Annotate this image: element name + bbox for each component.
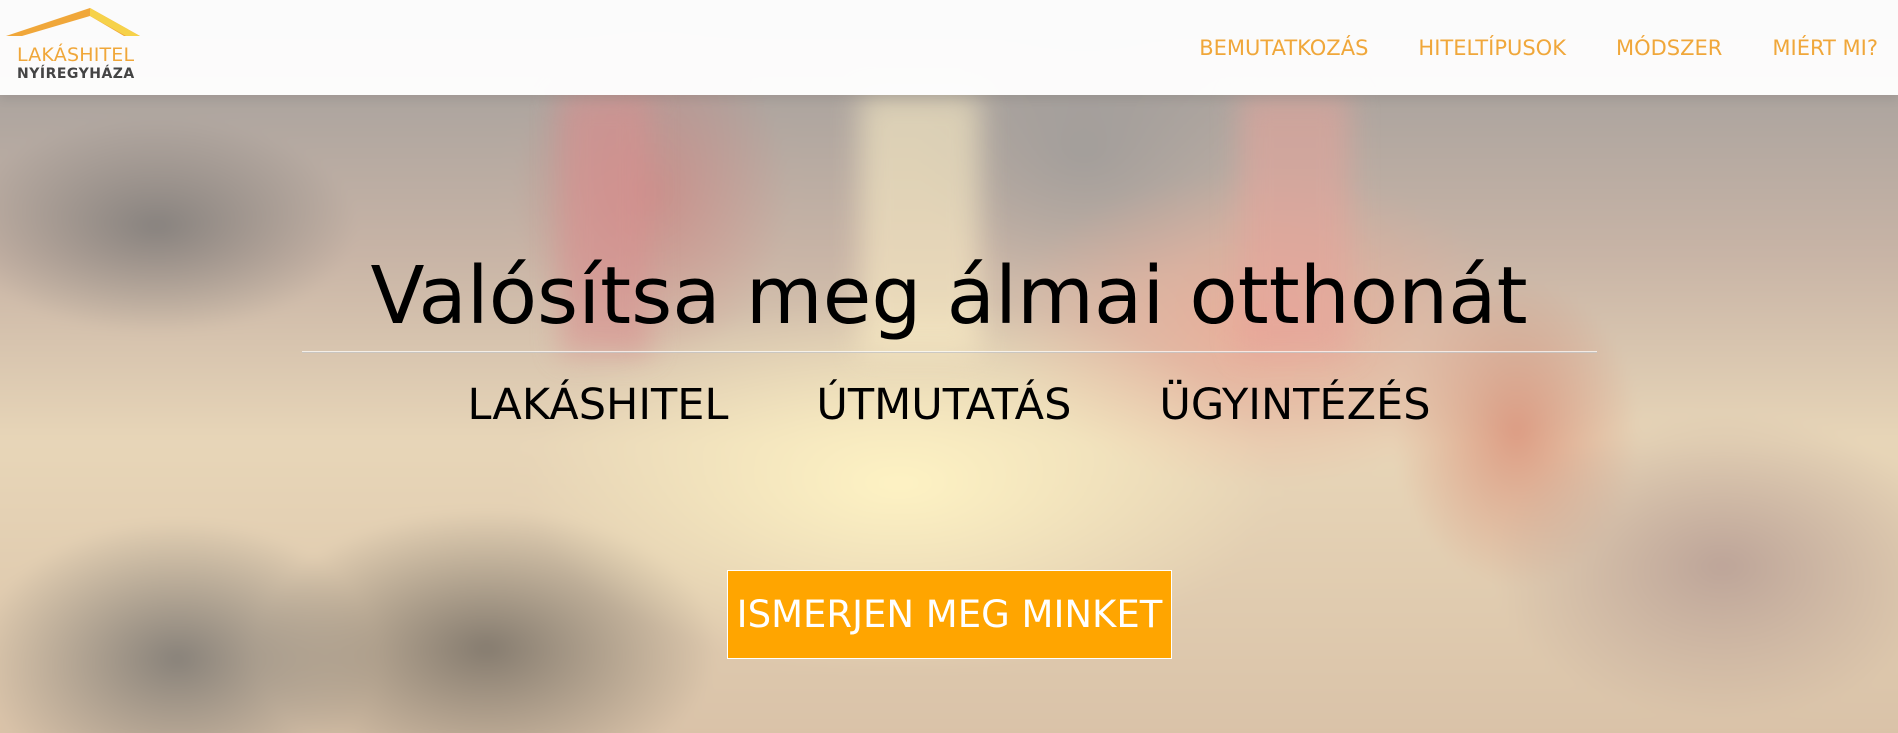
logo-text-secondary: NYÍREGYHÁZA: [17, 66, 135, 82]
hero-subtitle: LAKÁSHITEL: [467, 380, 729, 430]
nav-link-hiteltipusok[interactable]: HITELTÍPUSOK: [1418, 36, 1566, 60]
site-logo[interactable]: LAKÁSHITEL NYÍREGYHÁZA: [4, 6, 140, 82]
hero-subtitle: ÚTMUTATÁS: [816, 380, 1072, 430]
main-nav: BEMUTATKOZÁS HITELTÍPUSOK MÓDSZER MIÉRT …: [1149, 0, 1878, 95]
cta-button[interactable]: ISMERJEN MEG MINKET: [727, 570, 1172, 659]
page: LAKÁSHITEL NYÍREGYHÁZA BEMUTATKOZÁS HITE…: [0, 0, 1898, 733]
hero-divider: [302, 351, 1597, 353]
roof-logo-icon: [6, 8, 140, 36]
logo-text-primary: LAKÁSHITEL: [17, 44, 135, 66]
hero-subtitles: LAKÁSHITEL ÚTMUTATÁS ÜGYINTÉZÉS: [0, 380, 1898, 430]
nav-link-bemutatkozas[interactable]: BEMUTATKOZÁS: [1199, 36, 1368, 60]
hero-subtitle: ÜGYINTÉZÉS: [1159, 380, 1431, 430]
top-navbar: LAKÁSHITEL NYÍREGYHÁZA BEMUTATKOZÁS HITE…: [0, 0, 1898, 95]
hero-section: Valósítsa meg álmai otthonát LAKÁSHITEL …: [0, 0, 1898, 733]
nav-link-miert-mi[interactable]: MIÉRT MI?: [1772, 36, 1878, 60]
nav-link-modszer[interactable]: MÓDSZER: [1616, 36, 1722, 60]
hero-title: Valósítsa meg álmai otthonát: [370, 250, 1528, 342]
